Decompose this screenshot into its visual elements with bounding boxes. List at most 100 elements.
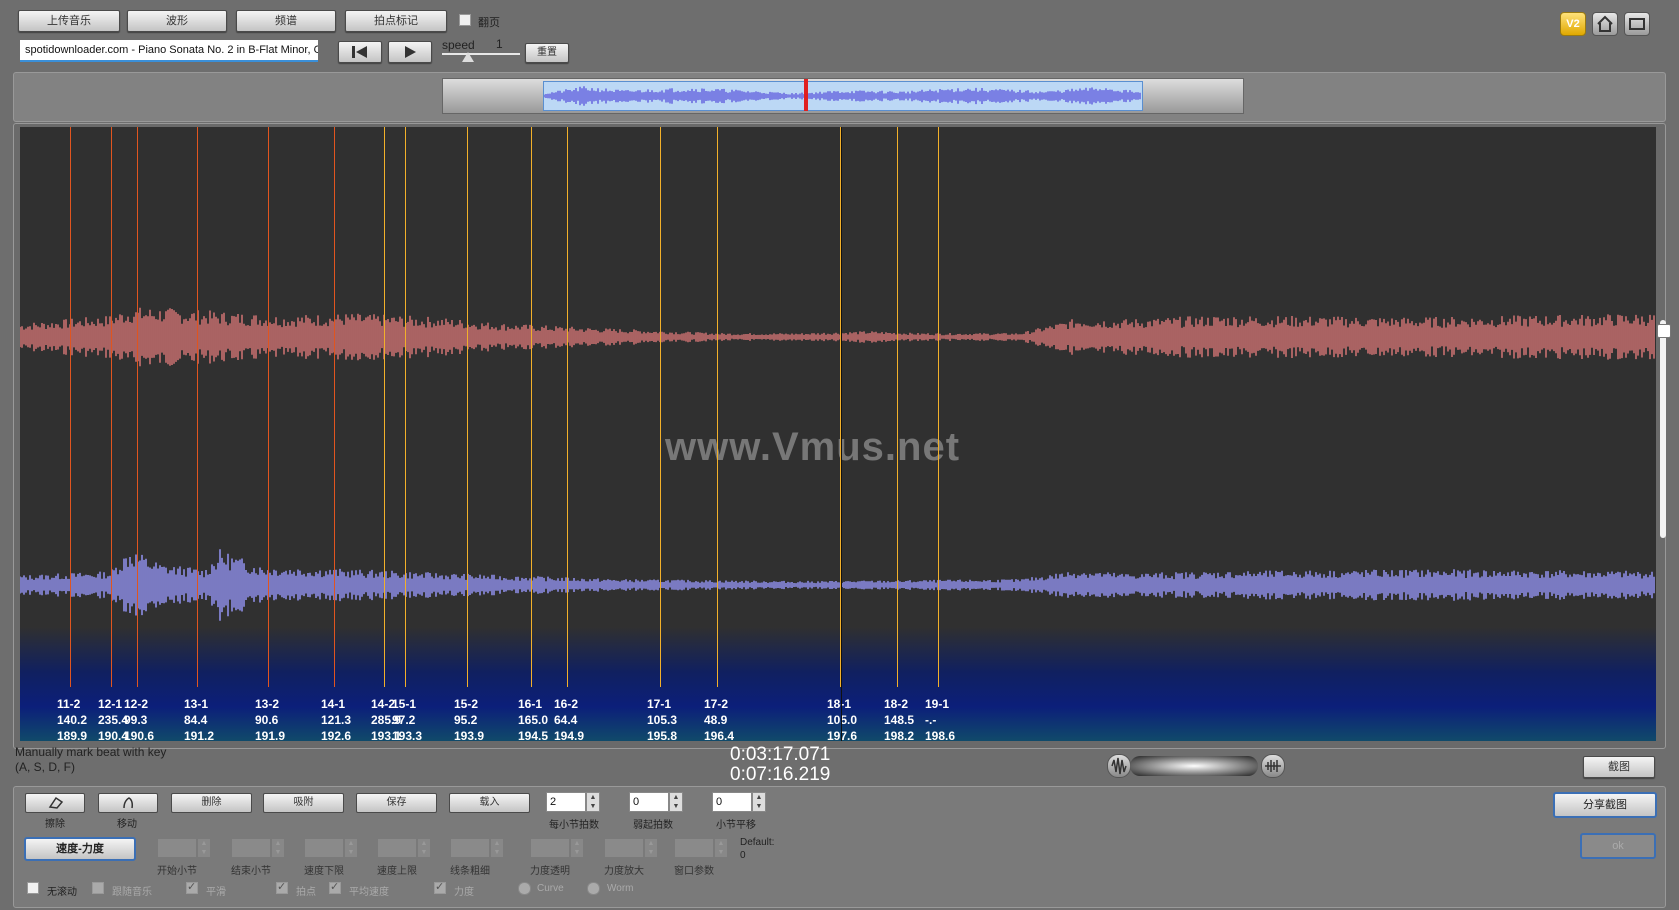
overview-playhead[interactable] bbox=[804, 79, 808, 111]
stepper-arrows-icon[interactable]: ▲ ▼ bbox=[714, 838, 728, 858]
delete-button[interactable]: 删除 bbox=[171, 793, 252, 813]
upload-music-button[interactable]: 上传音乐 bbox=[18, 10, 120, 32]
screenshot-button[interactable]: 截图 bbox=[1583, 756, 1655, 778]
stepper-arrows-icon[interactable]: ▲ ▼ bbox=[752, 792, 766, 812]
main-waveform-view[interactable]: www.Vmus.net 11-2 140.2 189.9 12-1 235.4 190.… bbox=[20, 127, 1656, 741]
erase-button[interactable] bbox=[25, 793, 85, 813]
skip-start-icon bbox=[352, 46, 367, 58]
play-button[interactable] bbox=[388, 41, 432, 63]
beat-line[interactable] bbox=[717, 127, 718, 687]
filename-field[interactable]: spotidownloader.com - Piano Sonata No. 2… bbox=[20, 40, 318, 62]
dynamics-checkbox[interactable] bbox=[434, 880, 446, 894]
beat-line[interactable] bbox=[137, 127, 138, 687]
beats-per-measure-input[interactable]: 2 bbox=[546, 792, 586, 812]
start-measure-stepper[interactable]: ▲ ▼ bbox=[157, 838, 211, 858]
beat-line[interactable] bbox=[567, 127, 568, 687]
beat-label-name: 14-1 bbox=[321, 697, 346, 711]
stepper-arrows-icon[interactable]: ▲ ▼ bbox=[570, 838, 584, 858]
v2-icon[interactable]: V2 bbox=[1560, 12, 1586, 36]
speed-slider[interactable] bbox=[442, 53, 520, 55]
zoom-slider[interactable] bbox=[1130, 756, 1258, 776]
share-screenshot-button[interactable]: 分享截图 bbox=[1553, 792, 1657, 818]
measure-offset-input[interactable]: 0 bbox=[712, 792, 752, 812]
speed-value: 1 bbox=[496, 37, 503, 51]
beat-line[interactable] bbox=[197, 127, 198, 687]
beat-line[interactable] bbox=[70, 127, 71, 687]
total-time: 0:07:16.219 bbox=[730, 764, 831, 785]
spectrum-button[interactable]: 频谱 bbox=[236, 10, 336, 32]
beat-line[interactable] bbox=[897, 127, 898, 687]
vertical-scrollbar[interactable] bbox=[1660, 320, 1666, 538]
speed-reset-button[interactable]: 重置 bbox=[525, 43, 569, 63]
measure-offset-stepper[interactable]: 0 ▲ ▼ bbox=[712, 792, 766, 812]
stepper-arrows-icon[interactable]: ▲ ▼ bbox=[586, 792, 600, 812]
speed-upper-label: 速度上限 bbox=[377, 866, 417, 877]
zoom-out-wave-icon[interactable] bbox=[1261, 754, 1285, 778]
stepper-arrows-icon[interactable]: ▲ ▼ bbox=[197, 838, 211, 858]
beat-label-v1: 90.6 bbox=[255, 713, 279, 727]
waveform-mode-icon[interactable] bbox=[1107, 754, 1131, 778]
curve-radio[interactable] bbox=[518, 882, 531, 895]
stepper-arrows-icon[interactable]: ▲ ▼ bbox=[271, 838, 285, 858]
overview-track[interactable] bbox=[442, 78, 1244, 114]
stepper-arrows-icon[interactable]: ▲ ▼ bbox=[417, 838, 431, 858]
home-icon[interactable] bbox=[1592, 12, 1618, 36]
speed-upper-input[interactable] bbox=[377, 838, 417, 858]
window-param-input[interactable] bbox=[674, 838, 714, 858]
line-width-stepper[interactable]: ▲ ▼ bbox=[450, 838, 504, 858]
speed-dynamics-mode-button[interactable]: 速度-力度 bbox=[24, 837, 136, 861]
beat-line[interactable] bbox=[938, 127, 939, 687]
follow-music-checkbox[interactable] bbox=[92, 882, 104, 894]
start-measure-input[interactable] bbox=[157, 838, 197, 858]
window-param-stepper[interactable]: ▲ ▼ bbox=[674, 838, 728, 858]
pickup-input[interactable]: 0 bbox=[629, 792, 669, 812]
beat-line[interactable] bbox=[384, 127, 385, 687]
beat-label-v1: 99.3 bbox=[124, 713, 148, 727]
beat-line[interactable] bbox=[268, 127, 269, 687]
end-measure-stepper[interactable]: ▲ ▼ bbox=[231, 838, 285, 858]
scroll-thumb[interactable] bbox=[1657, 324, 1671, 338]
end-measure-input[interactable] bbox=[231, 838, 271, 858]
beat-line[interactable] bbox=[111, 127, 112, 687]
main-playhead[interactable] bbox=[841, 127, 842, 741]
smooth-checkbox[interactable] bbox=[186, 880, 198, 894]
stepper-arrows-icon[interactable]: ▲ ▼ bbox=[669, 792, 683, 812]
line-width-input[interactable] bbox=[450, 838, 490, 858]
avg-speed-checkbox[interactable] bbox=[329, 880, 341, 894]
dyn-zoom-input[interactable] bbox=[604, 838, 644, 858]
no-scroll-checkbox[interactable] bbox=[27, 882, 39, 894]
stepper-arrows-icon[interactable]: ▲ ▼ bbox=[344, 838, 358, 858]
default-value: 0 bbox=[740, 850, 746, 861]
waveform-button[interactable]: 波形 bbox=[127, 10, 227, 32]
dyn-transparency-input[interactable] bbox=[530, 838, 570, 858]
dyn-zoom-stepper[interactable]: ▲ ▼ bbox=[604, 838, 658, 858]
pickup-stepper[interactable]: 0 ▲ ▼ bbox=[629, 792, 683, 812]
speed-slider-thumb[interactable] bbox=[462, 52, 474, 62]
dynamics-label: 力度 bbox=[454, 887, 474, 898]
stepper-arrows-icon[interactable]: ▲ ▼ bbox=[490, 838, 504, 858]
move-button[interactable] bbox=[98, 793, 158, 813]
beat-line[interactable] bbox=[467, 127, 468, 687]
speed-lower-input[interactable] bbox=[304, 838, 344, 858]
page-turn-checkbox[interactable] bbox=[459, 14, 471, 26]
ok-button[interactable]: ok bbox=[1580, 833, 1656, 859]
fullscreen-icon[interactable] bbox=[1624, 12, 1650, 36]
worm-radio[interactable] bbox=[587, 882, 600, 895]
beats-per-measure-stepper[interactable]: 2 ▲ ▼ bbox=[546, 792, 600, 812]
beat-line[interactable] bbox=[660, 127, 661, 687]
overview-selection[interactable] bbox=[543, 81, 1143, 111]
load-button[interactable]: 载入 bbox=[449, 793, 530, 813]
speed-upper-stepper[interactable]: ▲ ▼ bbox=[377, 838, 431, 858]
beat-mark-button[interactable]: 拍点标记 bbox=[345, 10, 447, 32]
dyn-transparency-stepper[interactable]: ▲ ▼ bbox=[530, 838, 584, 858]
snap-button[interactable]: 吸附 bbox=[263, 793, 344, 813]
beat-line[interactable] bbox=[334, 127, 335, 687]
beat-line[interactable] bbox=[405, 127, 406, 687]
dyn-transparency-label: 力度透明 bbox=[530, 866, 570, 877]
save-button[interactable]: 保存 bbox=[356, 793, 437, 813]
beat-point-checkbox[interactable] bbox=[276, 880, 288, 894]
speed-lower-stepper[interactable]: ▲ ▼ bbox=[304, 838, 358, 858]
beat-line[interactable] bbox=[531, 127, 532, 687]
rewind-button[interactable] bbox=[338, 41, 382, 63]
stepper-arrows-icon[interactable]: ▲ ▼ bbox=[644, 838, 658, 858]
